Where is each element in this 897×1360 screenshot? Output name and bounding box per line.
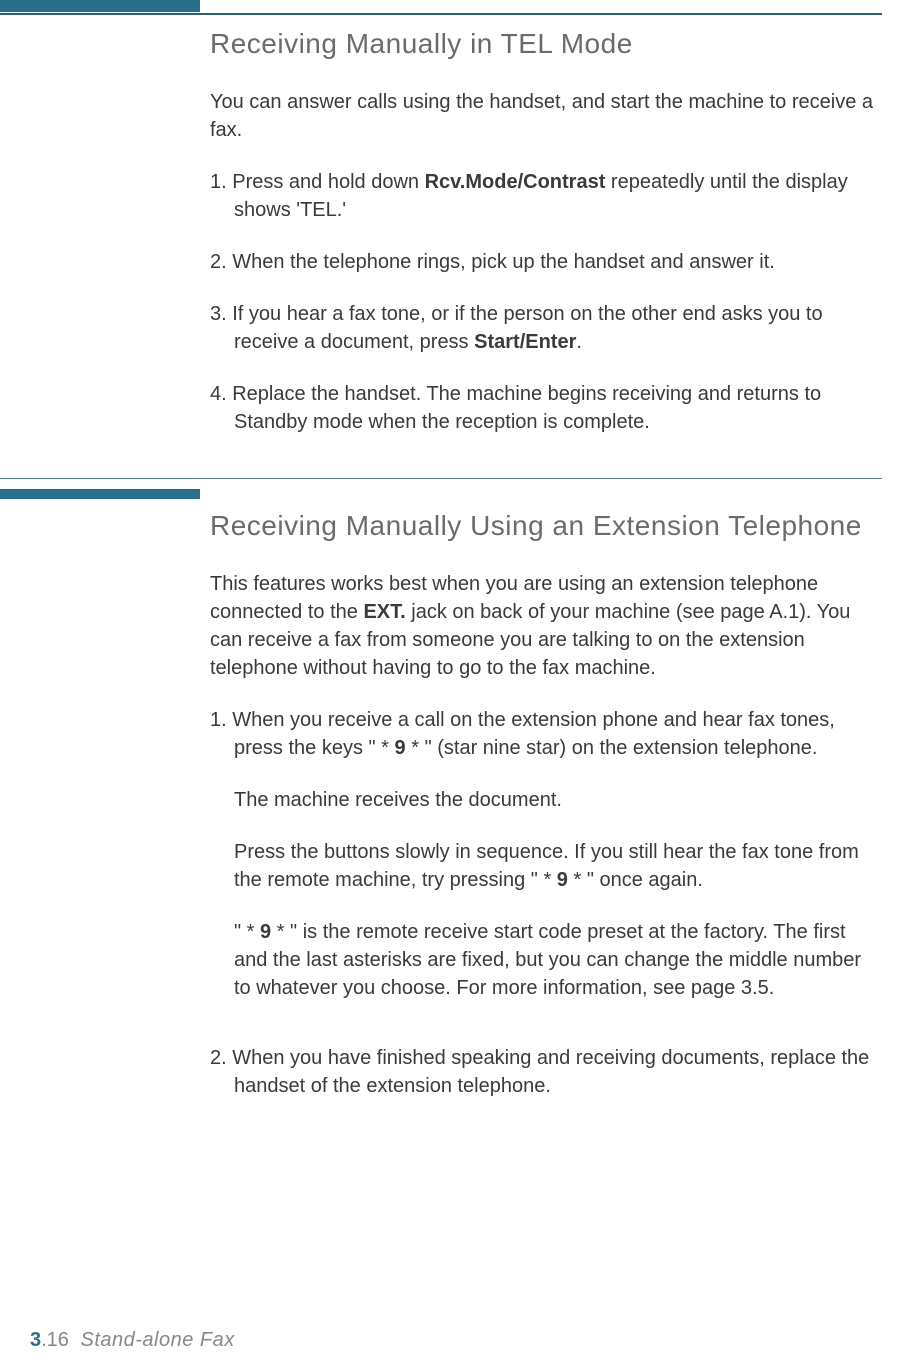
section-heading: Receiving Manually in TEL Mode xyxy=(210,28,879,60)
divider-thin-line xyxy=(0,478,882,479)
section-divider xyxy=(0,478,882,499)
ext-step1-b: " (star nine star) on the extension tele… xyxy=(419,737,817,759)
footer-page: .16 xyxy=(41,1329,69,1351)
nine-key: 9 xyxy=(551,869,573,891)
step-3-bold: Start/Enter xyxy=(474,331,576,353)
star-icon: * xyxy=(277,921,285,943)
section-tel-mode: Receiving Manually in TEL Mode You can a… xyxy=(210,28,879,460)
step-3-text-b: . xyxy=(576,331,582,353)
intro2-bold: EXT. xyxy=(363,601,405,623)
star-icon: * xyxy=(411,737,419,759)
divider-accent-bar xyxy=(0,489,200,499)
intro-paragraph-2: This features works best when you are us… xyxy=(210,570,879,682)
intro-paragraph: You can answer calls using the handset, … xyxy=(210,88,879,144)
nine-key: 9 xyxy=(389,737,411,759)
ext-step-1: 1. When you receive a call on the extens… xyxy=(210,706,879,762)
ext-sub3-b: " is the remote receive start code prese… xyxy=(234,921,861,999)
section-extension-telephone: Receiving Manually Using an Extension Te… xyxy=(210,510,879,1124)
step-2: 2. When the telephone rings, pick up the… xyxy=(210,248,879,276)
page-footer: 3.16 Stand-alone Fax xyxy=(30,1329,235,1352)
header-rule xyxy=(0,13,882,15)
footer-title: Stand-alone Fax xyxy=(81,1329,235,1351)
step-3: 3. If you hear a fax tone, or if the per… xyxy=(210,300,879,356)
star-icon: * xyxy=(381,737,389,759)
ext-sub-3: " * 9 * " is the remote receive start co… xyxy=(210,918,879,1002)
header-accent-bar xyxy=(0,0,200,12)
step-1-bold: Rcv.Mode/Contrast xyxy=(425,171,606,193)
nine-key: 9 xyxy=(254,921,276,943)
ext-sub-2: Press the buttons slowly in sequence. If… xyxy=(210,838,879,894)
section-heading-2: Receiving Manually Using an Extension Te… xyxy=(210,510,879,542)
step-1: 1. Press and hold down Rcv.Mode/Contrast… xyxy=(210,168,879,224)
ext-sub-1: The machine receives the document. xyxy=(210,786,879,814)
footer-chapter: 3 xyxy=(30,1329,41,1351)
ext-sub3-a: " xyxy=(234,921,247,943)
step-1-text-a: 1. Press and hold down xyxy=(210,171,425,193)
ext-sub2-b: " once again. xyxy=(581,869,703,891)
ext-step-2: 2. When you have finished speaking and r… xyxy=(210,1044,879,1100)
step-4: 4. Replace the handset. The machine begi… xyxy=(210,380,879,436)
